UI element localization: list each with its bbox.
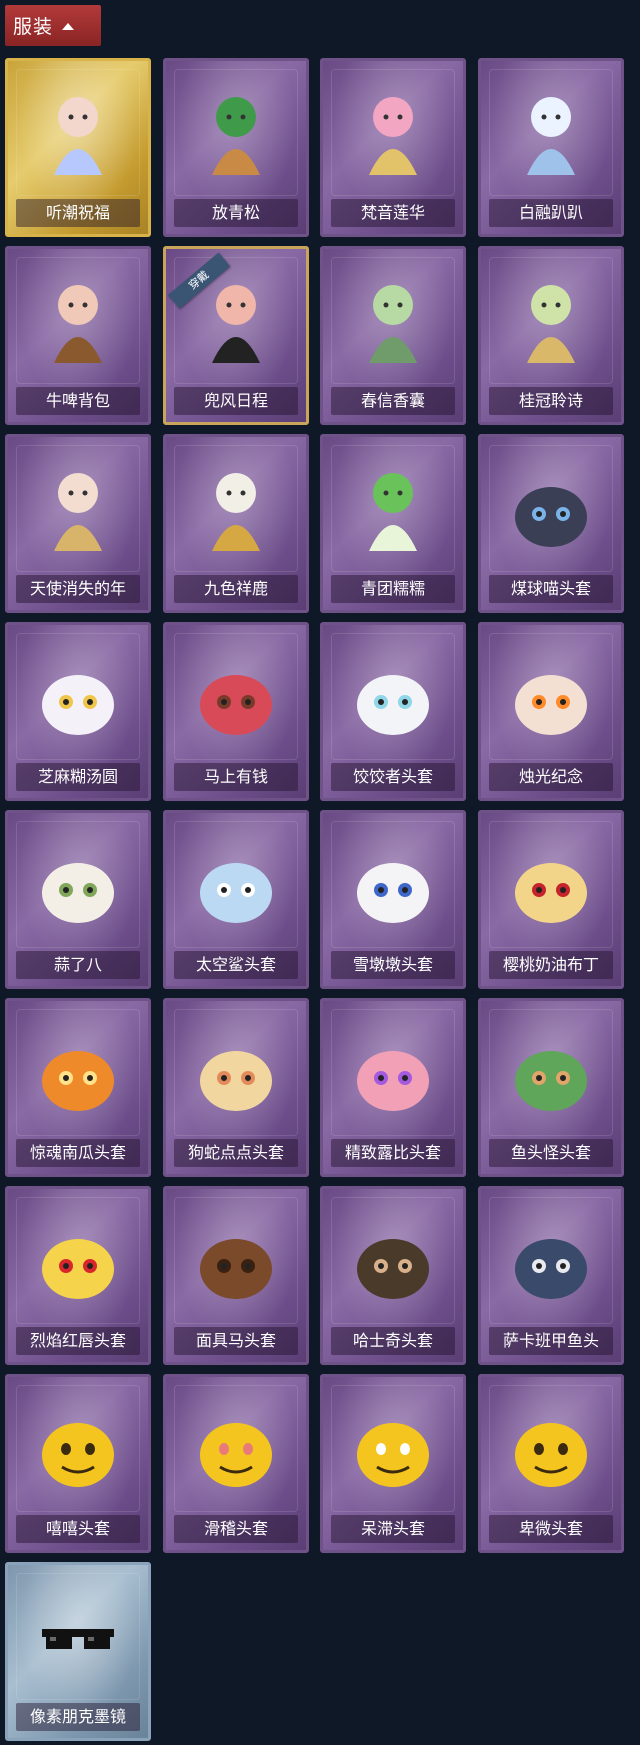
costume-card[interactable]: 梵音莲华 [320,58,466,237]
costume-card[interactable]: 鱼头怪头套 [478,998,624,1177]
laurel-fairy-charm-icon [527,285,575,363]
stare-emoji-head-icon [357,1423,429,1487]
costume-card[interactable]: 青团糯糯 [320,434,466,613]
costume-card[interactable]: 樱桃奶油布丁 [478,810,624,989]
costume-card[interactable]: 精致露比头套 [320,998,466,1177]
costume-name: 面具马头套 [174,1327,298,1355]
costume-grid: 听潮祝福 放青松 梵音莲华 白融趴趴牛啤背包 兜风日程 穿戴 春信香囊 桂冠聆诗天使消失的年 九… [0,0,640,1745]
costume-name: 雪墩墩头套 [331,951,455,979]
shy-emoji-head-icon [515,1423,587,1487]
red-horse-head-icon [200,675,272,735]
costume-card[interactable]: 狗蛇点点头套 [163,998,309,1177]
costume-name: 听潮祝福 [16,199,140,227]
costume-name: 樱桃奶油布丁 [489,951,613,979]
smirk-emoji-head-icon [200,1423,272,1487]
costume-card[interactable]: 嘻嘻头套 [5,1374,151,1553]
deer-charm-icon [212,473,260,551]
shark-head-icon [200,863,272,923]
costume-name: 春信香囊 [331,387,455,415]
costume-name: 狗蛇点点头套 [174,1139,298,1167]
costume-card[interactable]: 马上有钱 [163,622,309,801]
costume-name: 嘻嘻头套 [16,1515,140,1543]
bonsai-pine-icon [212,97,260,175]
costume-card[interactable]: 放青松 [163,58,309,237]
costume-card[interactable]: 春信香囊 [320,246,466,425]
cow-beer-barrel-icon [54,285,102,363]
yellow-mascot-head-icon [42,1239,114,1299]
costume-name: 九色祥鹿 [174,575,298,603]
costume-card[interactable]: 听潮祝福 [5,58,151,237]
grin-emoji-head-icon [42,1423,114,1487]
costume-card[interactable]: 雪墩墩头套 [320,810,466,989]
costume-name: 卑微头套 [489,1515,613,1543]
green-rice-ball-icon [369,473,417,551]
costume-name: 滑稽头套 [174,1515,298,1543]
costume-card[interactable]: 卑微头套 [478,1374,624,1553]
husky-head-icon [357,1239,429,1299]
costume-name: 青团糯糯 [331,575,455,603]
costume-card[interactable]: 饺饺者头套 [320,622,466,801]
candle-head-icon [515,675,587,735]
costume-card[interactable]: 煤球喵头套 [478,434,624,613]
costume-name: 天使消失的年 [16,575,140,603]
costume-name: 兜风日程 [174,387,298,415]
costume-card[interactable]: 太空鲨头套 [163,810,309,989]
pink-beaver-head-icon [357,1051,429,1111]
costume-name: 烛光纪念 [489,763,613,791]
costume-name: 烈焰红唇头套 [16,1327,140,1355]
costume-name: 哈士奇头套 [331,1327,455,1355]
costume-card[interactable]: 桂冠聆诗 [478,246,624,425]
garlic-head-icon [42,863,114,923]
costume-name: 梵音莲华 [331,199,455,227]
costume-card[interactable]: 烈焰红唇头套 [5,1186,151,1365]
angel-figure-icon [54,97,102,175]
pixel-sunglasses-icon [42,1629,114,1649]
fish-head-icon [515,1051,587,1111]
costume-card[interactable]: 烛光纪念 [478,622,624,801]
costume-name: 惊魂南瓜头套 [16,1139,140,1167]
dumpling-cloud-head-icon [357,675,429,735]
costume-name: 饺饺者头套 [331,763,455,791]
costume-card[interactable]: 像素朋克墨镜 [5,1562,151,1741]
costume-name: 蒜了八 [16,951,140,979]
costume-name: 桂冠聆诗 [489,387,613,415]
costume-name: 精致露比头套 [331,1139,455,1167]
snake-head-icon [200,1051,272,1111]
costume-card[interactable]: 白融趴趴 [478,58,624,237]
angel-girl-figure-icon [54,473,102,551]
rice-dumpling-head-icon [42,675,114,735]
costume-card[interactable]: 牛啤背包 [5,246,151,425]
costume-name: 鱼头怪头套 [489,1139,613,1167]
costume-name: 像素朋克墨镜 [16,1703,140,1731]
costume-card[interactable]: 天使消失的年 [5,434,151,613]
costume-name: 芝麻糊汤圆 [16,763,140,791]
costume-name: 马上有钱 [174,763,298,791]
costume-card[interactable]: 芝麻糊汤圆 [5,622,151,801]
costume-card[interactable]: 蒜了八 [5,810,151,989]
costume-card[interactable]: 惊魂南瓜头套 [5,998,151,1177]
costume-name: 煤球喵头套 [489,575,613,603]
black-cat-head-icon [515,487,587,547]
pudding-head-icon [515,863,587,923]
costume-name: 白融趴趴 [489,199,613,227]
costume-card[interactable]: 兜风日程 穿戴 [163,246,309,425]
costume-name: 太空鲨头套 [174,951,298,979]
costume-card[interactable]: 面具马头套 [163,1186,309,1365]
scent-sachet-icon [369,285,417,363]
costume-card[interactable]: 滑稽头套 [163,1374,309,1553]
costume-card[interactable]: 哈士奇头套 [320,1186,466,1365]
costume-name: 萨卡班甲鱼头 [489,1327,613,1355]
costume-name: 牛啤背包 [16,387,140,415]
costume-card[interactable]: 萨卡班甲鱼头 [478,1186,624,1365]
sacabambaspis-head-icon [515,1239,587,1299]
snowman-head-icon [357,863,429,923]
white-cat-plush-icon [527,97,575,175]
pink-hair-figure-icon [369,97,417,175]
horse-mask-icon [200,1239,272,1299]
costume-name: 呆滞头套 [331,1515,455,1543]
costume-card[interactable]: 呆滞头套 [320,1374,466,1553]
pumpkin-head-icon [42,1051,114,1111]
costume-name: 放青松 [174,199,298,227]
costume-card[interactable]: 九色祥鹿 [163,434,309,613]
